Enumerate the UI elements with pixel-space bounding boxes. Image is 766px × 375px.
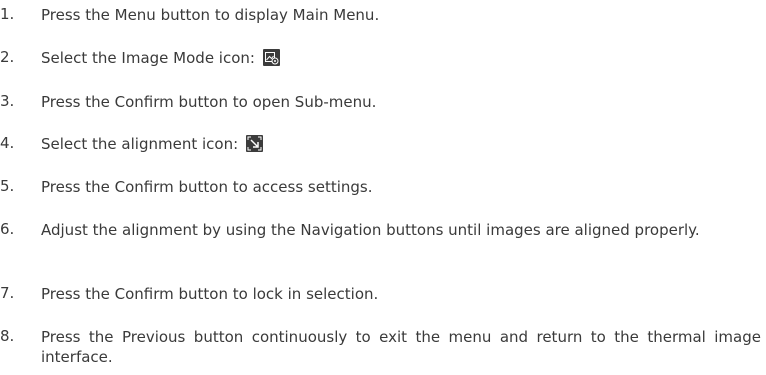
- step-text: Select the alignment icon:: [41, 135, 239, 153]
- step-number: 8.: [0, 327, 15, 345]
- step-text: Adjust the alignment by using the Naviga…: [41, 221, 700, 239]
- step-text-container: Select the alignment icon:: [41, 134, 761, 154]
- step-text: Press the Menu button to display Main Me…: [41, 6, 380, 24]
- step-number: 1.: [0, 5, 15, 23]
- alignment-icon: [246, 135, 264, 152]
- step-number: 3.: [0, 92, 15, 110]
- step-number: 5.: [0, 177, 15, 195]
- step-number: 2.: [0, 48, 15, 66]
- step-text: Select the Image Mode icon:: [41, 49, 255, 67]
- step-text: Press the Confirm button to access setti…: [41, 178, 373, 196]
- step-number: 6.: [0, 220, 15, 238]
- image-mode-icon: [262, 49, 280, 66]
- step-number: 7.: [0, 284, 15, 302]
- step-number: 4.: [0, 134, 15, 152]
- step-text-container: Select the Image Mode icon:: [41, 48, 761, 68]
- step-text: Press the Confirm button to lock in sele…: [41, 285, 379, 303]
- step-text: Press the Confirm button to open Sub-men…: [41, 93, 377, 111]
- step-text: Press the Previous button continuously t…: [41, 328, 761, 366]
